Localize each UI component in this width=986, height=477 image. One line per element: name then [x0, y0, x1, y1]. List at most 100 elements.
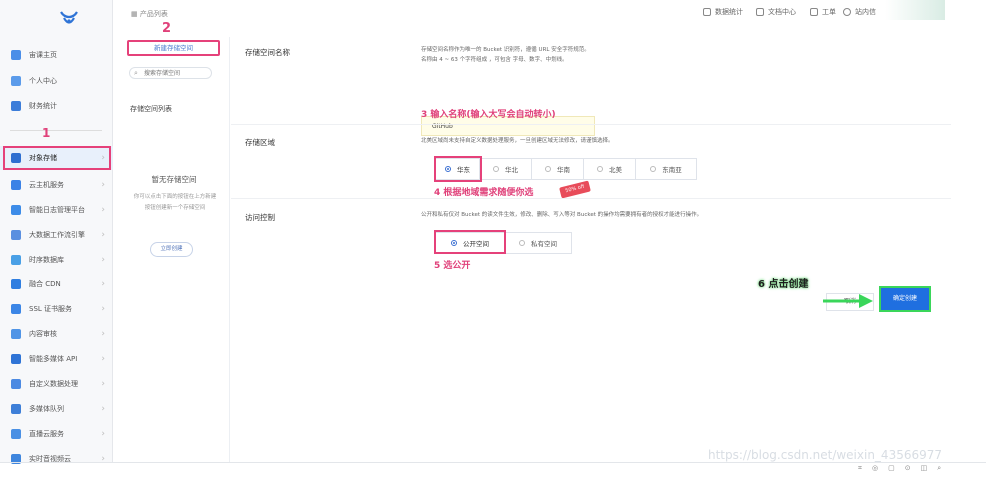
- annotation-highlight-box: [3, 146, 111, 170]
- top-header: ▦ 产品列表 数据统计 文档中心 工单 站内信: [113, 0, 986, 24]
- annotation-step-6: 6 点击创建: [758, 279, 809, 290]
- sidebar-item-label: 内容审核: [29, 330, 57, 338]
- chart-icon: [703, 8, 711, 16]
- annotation-step-1: 1: [42, 126, 51, 140]
- chevron-right-icon: ›: [101, 230, 105, 240]
- sidebar-item-label: 自定义数据处理: [29, 380, 78, 388]
- region-option-label: 华北: [505, 166, 518, 174]
- access-control-label: 访问控制: [245, 213, 275, 222]
- empty-state-title: 暂无存储空间: [151, 175, 197, 184]
- tray-icon[interactable]: ⊙: [905, 464, 911, 473]
- sidebar-item-icon: [11, 279, 21, 289]
- sidebar-item-label: SSL 证书服务: [29, 305, 73, 313]
- region-option-label: 东南亚: [662, 166, 682, 174]
- sidebar-item[interactable]: 时序数据库 ›: [0, 248, 113, 272]
- sidebar-item-label: 智能日志管理平台: [29, 206, 85, 214]
- region-option[interactable]: 北美: [583, 158, 636, 180]
- sidebar-item-icon: [11, 429, 21, 439]
- promo-tag-badge: 50% off: [559, 180, 591, 199]
- region-option-label: 北美: [609, 166, 622, 174]
- sidebar-item[interactable]: 宙课主页: [0, 43, 113, 67]
- system-tray: ⌗ ◎ ▢ ⊙ ◫ ⌕: [858, 464, 941, 473]
- tray-icon[interactable]: ◎: [872, 464, 878, 473]
- annotation-step-5: 5 选公开: [434, 261, 471, 271]
- new-bucket-button[interactable]: 新建存储空间: [127, 40, 220, 56]
- region-option[interactable]: 华南: [531, 158, 584, 180]
- access-option[interactable]: 私有空间: [504, 232, 572, 254]
- sidebar-item-icon: [11, 379, 21, 389]
- sidebar-item-icon: [11, 180, 21, 190]
- sidebar-item-label: 个人中心: [29, 77, 57, 85]
- sidebar-item-icon: [11, 255, 21, 265]
- annotation-highlight-box: [434, 230, 506, 254]
- tray-icon[interactable]: ▢: [888, 464, 895, 473]
- watermark: https://blog.csdn.net/weixin_43566977: [708, 448, 943, 462]
- sidebar-item[interactable]: 大数据工作流引擎 ›: [0, 223, 113, 247]
- header-decoration: [885, 0, 945, 20]
- chevron-right-icon: ›: [101, 304, 105, 314]
- nav-ticket-link[interactable]: 工单: [810, 7, 836, 17]
- sidebar-item-label: 宙课主页: [29, 51, 57, 59]
- radio-icon: [650, 166, 657, 172]
- search-icon[interactable]: ⌕: [937, 464, 941, 473]
- bucket-name-hint-2: 名称由 4 ~ 63 个字符组成 ，可包含 字母、数字、中划线。: [421, 57, 568, 63]
- bucket-search-input[interactable]: [129, 67, 212, 79]
- brand-logo[interactable]: [58, 8, 80, 30]
- annotation-step-4: 4 根据地域需求随便你选: [434, 188, 534, 198]
- sidebar-item-label: 财务统计: [29, 102, 57, 110]
- sidebar-item-label: 时序数据库: [29, 256, 64, 264]
- region-option[interactable]: 东南亚: [635, 158, 697, 180]
- sidebar-item[interactable]: 直播云服务 ›: [0, 422, 113, 446]
- sidebar-item[interactable]: 个人中心: [0, 69, 113, 93]
- chevron-right-icon: ›: [101, 379, 105, 389]
- sidebar-item-label: 智能多媒体 API: [29, 355, 78, 363]
- chevron-right-icon: ›: [101, 180, 105, 190]
- sidebar-item-icon: [11, 205, 21, 215]
- radio-icon: [597, 166, 603, 172]
- region-label: 存储区域: [245, 138, 275, 147]
- sidebar-item[interactable]: 内容审核 ›: [0, 322, 113, 346]
- sidebar-item[interactable]: SSL 证书服务 ›: [0, 297, 113, 321]
- region-option[interactable]: 华北: [479, 158, 532, 180]
- sidebar: 宙课主页 个人中心 财务统计 对象存储 › 云主机服务 › 智能日志管理平台 › 大数据工作流引擎…: [0, 0, 113, 464]
- document-icon: [756, 8, 764, 16]
- sidebar-item[interactable]: 多媒体队列 ›: [0, 397, 113, 421]
- radio-icon: [493, 166, 499, 172]
- nav-messages-link[interactable]: 站内信: [843, 7, 876, 17]
- sidebar-item[interactable]: 财务统计: [0, 94, 113, 118]
- sidebar-item-label: 直播云服务: [29, 430, 64, 438]
- chevron-right-icon: ›: [101, 279, 105, 289]
- sidebar-item[interactable]: 自定义数据处理 ›: [0, 372, 113, 396]
- sidebar-item-icon: [11, 76, 21, 86]
- search-icon: ⌕: [134, 69, 138, 77]
- access-option-label: 私有空间: [531, 240, 557, 248]
- sidebar-item-icon: [11, 230, 21, 240]
- create-now-button[interactable]: 立即创建: [150, 242, 193, 257]
- sidebar-item[interactable]: 融合 CDN ›: [0, 272, 113, 296]
- nav-stats-link[interactable]: 数据统计: [703, 7, 743, 17]
- sidebar-item[interactable]: 实时音视频云 ›: [0, 447, 113, 471]
- sidebar-item-icon: [11, 50, 21, 60]
- annotation-step-2: 2: [162, 21, 172, 36]
- tray-icon[interactable]: ◫: [921, 464, 928, 473]
- sidebar-item-icon: [11, 304, 21, 314]
- tray-icon[interactable]: ⌗: [858, 464, 862, 473]
- annotation-step-3: 3 输入名称(输入大写会自动转小): [421, 110, 556, 120]
- radio-icon: [545, 166, 551, 172]
- annotation-highlight-box: [434, 156, 482, 182]
- arrow-icon: [823, 294, 873, 308]
- bucket-name-hint-1: 存储空间名称作为唯一的 Bucket 识别符，遵循 URL 安全字符规范。: [421, 47, 590, 53]
- region-option-label: 华南: [557, 166, 570, 174]
- sidebar-item[interactable]: 智能多媒体 API ›: [0, 347, 113, 371]
- sidebar-item[interactable]: 智能日志管理平台 ›: [0, 198, 113, 222]
- sidebar-item-label: 融合 CDN: [29, 280, 61, 288]
- sidebar-item[interactable]: 云主机服务 ›: [0, 173, 113, 197]
- nav-docs-link[interactable]: 文档中心: [756, 7, 796, 17]
- bell-icon: [843, 8, 851, 16]
- radio-icon: [519, 240, 525, 246]
- bucket-list-title: 存储空间列表: [130, 105, 172, 113]
- breadcrumb[interactable]: ▦ 产品列表: [131, 9, 168, 19]
- confirm-create-button[interactable]: 确定创建: [879, 286, 931, 312]
- chevron-right-icon: ›: [101, 205, 105, 215]
- region-hint: 北美区域尚未支持自定义数据处理服务，一旦创建区域无法修改，请谨慎选择。: [421, 138, 614, 144]
